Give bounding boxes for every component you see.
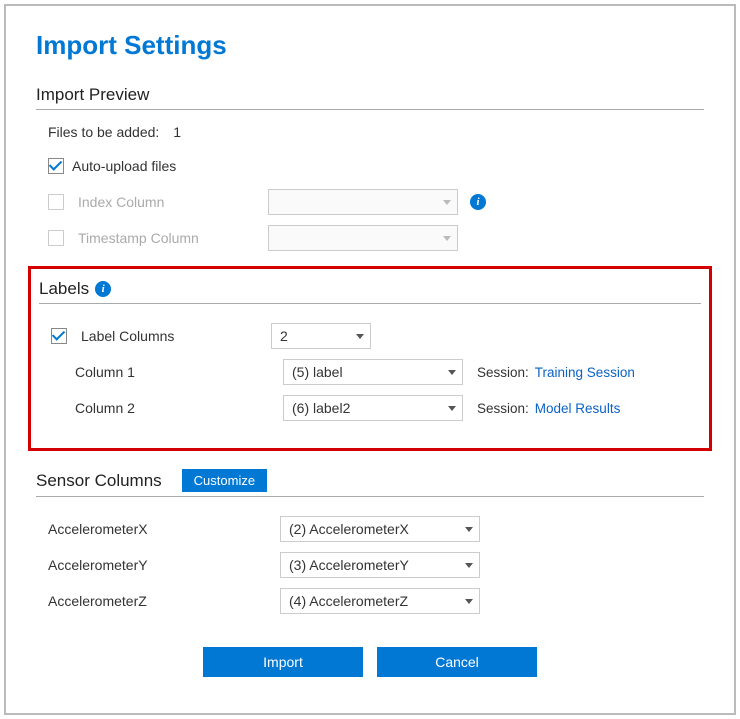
- sensor-z-label: AccelerometerZ: [48, 593, 147, 609]
- label-columns-select[interactable]: 2: [271, 323, 371, 349]
- chevron-down-icon: [465, 527, 473, 532]
- chevron-down-icon: [443, 200, 451, 205]
- label-columns-label: Label Columns: [81, 328, 174, 344]
- button-row: Import Cancel: [36, 647, 704, 677]
- section-heading-sensors-text: Sensor Columns: [36, 471, 162, 491]
- index-column-checkbox[interactable]: [48, 194, 64, 210]
- label-columns-row: Label Columns 2: [39, 318, 701, 354]
- sensor-row-x: AccelerometerX (2) AccelerometerX: [36, 511, 704, 547]
- sensor-z-select-value: (4) AccelerometerZ: [289, 593, 408, 609]
- label-columns-select-value: 2: [280, 328, 288, 344]
- files-to-be-added-row: Files to be added: 1: [36, 124, 704, 140]
- sensor-y-label: AccelerometerY: [48, 557, 148, 573]
- timestamp-column-checkbox[interactable]: [48, 230, 64, 246]
- label-column-2-session-link[interactable]: Model Results: [535, 401, 621, 416]
- auto-upload-checkbox[interactable]: [48, 158, 64, 174]
- sensor-z-select[interactable]: (4) AccelerometerZ: [280, 588, 480, 614]
- label-column-2-label: Column 2: [75, 400, 135, 416]
- section-heading-labels-text: Labels: [39, 279, 89, 299]
- label-column-2-row: Column 2 (6) label2 Session: Model Resul…: [39, 390, 701, 426]
- label-column-1-label: Column 1: [75, 364, 135, 380]
- sensor-row-z: AccelerometerZ (4) AccelerometerZ: [36, 583, 704, 619]
- files-to-be-added-label: Files to be added:: [48, 124, 159, 140]
- chevron-down-icon: [443, 236, 451, 241]
- auto-upload-label: Auto-upload files: [72, 158, 176, 174]
- labels-highlight-box: Labels i Label Columns 2 Column 1 (5) la…: [28, 266, 712, 451]
- section-heading-preview-text: Import Preview: [36, 85, 149, 105]
- timestamp-column-select[interactable]: [268, 225, 458, 251]
- label-column-1-session-label: Session:: [477, 365, 529, 380]
- section-heading-preview: Import Preview: [36, 85, 704, 110]
- label-column-2-select-value: (6) label2: [292, 400, 350, 416]
- label-columns-checkbox[interactable]: [51, 328, 67, 344]
- sensor-y-select-value: (3) AccelerometerY: [289, 557, 409, 573]
- chevron-down-icon: [448, 406, 456, 411]
- auto-upload-row: Auto-upload files: [36, 148, 704, 184]
- timestamp-column-row: Timestamp Column: [36, 220, 704, 256]
- sensor-x-select-value: (2) AccelerometerX: [289, 521, 409, 537]
- import-settings-dialog: Import Settings Import Preview Files to …: [4, 4, 736, 715]
- labels-info-icon[interactable]: i: [95, 281, 111, 297]
- section-heading-labels: Labels i: [39, 279, 701, 304]
- files-to-be-added-count: 1: [173, 124, 181, 140]
- label-column-1-row: Column 1 (5) label Session: Training Ses…: [39, 354, 701, 390]
- sensor-y-select[interactable]: (3) AccelerometerY: [280, 552, 480, 578]
- chevron-down-icon: [356, 334, 364, 339]
- label-column-2-session-label: Session:: [477, 401, 529, 416]
- sensor-x-select[interactable]: (2) AccelerometerX: [280, 516, 480, 542]
- label-column-1-select-value: (5) label: [292, 364, 343, 380]
- import-button[interactable]: Import: [203, 647, 363, 677]
- cancel-button[interactable]: Cancel: [377, 647, 537, 677]
- customize-button[interactable]: Customize: [182, 469, 267, 492]
- section-heading-sensors: Sensor Columns Customize: [36, 469, 704, 497]
- chevron-down-icon: [465, 563, 473, 568]
- sensor-row-y: AccelerometerY (3) AccelerometerY: [36, 547, 704, 583]
- index-column-row: Index Column i: [36, 184, 704, 220]
- index-column-label: Index Column: [78, 194, 164, 210]
- label-column-1-session-link[interactable]: Training Session: [535, 365, 635, 380]
- label-column-2-select[interactable]: (6) label2: [283, 395, 463, 421]
- timestamp-column-label: Timestamp Column: [78, 230, 199, 246]
- index-column-info-icon[interactable]: i: [470, 194, 486, 210]
- chevron-down-icon: [448, 370, 456, 375]
- label-column-1-select[interactable]: (5) label: [283, 359, 463, 385]
- index-column-select[interactable]: [268, 189, 458, 215]
- page-title: Import Settings: [36, 30, 704, 61]
- sensor-x-label: AccelerometerX: [48, 521, 148, 537]
- chevron-down-icon: [465, 599, 473, 604]
